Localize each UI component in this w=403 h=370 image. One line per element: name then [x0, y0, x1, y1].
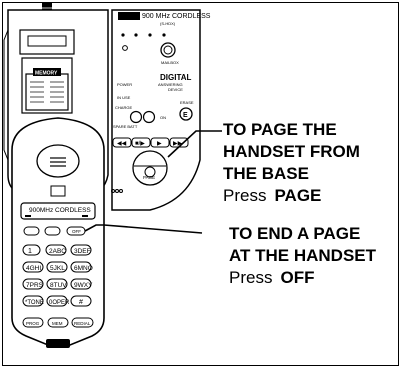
page-callout-heading-3: THE BASE [223, 164, 309, 183]
svg-text:6MNO: 6MNO [74, 265, 93, 272]
svg-text:1: 1 [28, 248, 32, 255]
base-model-sub: (S-HDX) [160, 21, 176, 26]
svg-text:*TONE: *TONE [25, 300, 44, 306]
end-callout-instruction: Press OFF [229, 267, 376, 289]
svg-text:#: # [79, 299, 83, 306]
page-callout-heading-2: HANDSET FROM [223, 142, 360, 161]
svg-text:REDIAL: REDIAL [74, 321, 91, 326]
off-key-label: OFF [72, 229, 81, 234]
base-unit: 900 MHz CORDLESS (S-HDX) MAILBOX DIGITAL… [111, 9, 222, 211]
end-callout: TO END A PAGE AT THE HANDSET Press OFF [229, 223, 376, 289]
spare-batt-label: SPARE BATT [113, 124, 138, 129]
page-callout-instruction: Press PAGE [223, 185, 360, 207]
svg-text:MEM: MEM [52, 321, 63, 326]
svg-text:4GHI: 4GHI [26, 265, 41, 272]
svg-text:E: E [183, 112, 188, 119]
end-callout-key: OFF [280, 268, 315, 287]
end-callout-heading-2: AT THE HANDSET [229, 246, 377, 265]
svg-text:8TUV: 8TUV [50, 282, 67, 289]
end-callout-press: Press [229, 268, 273, 287]
svg-text:0OPER: 0OPER [49, 300, 70, 306]
mouthpiece [46, 339, 70, 348]
svg-text:▶: ▶ [157, 141, 162, 147]
svg-text:7PRS: 7PRS [26, 282, 44, 289]
digital-title: DIGITAL [160, 73, 192, 82]
handset-brand-label: 900MHz CORDLESS [29, 207, 91, 214]
page-callout-key: PAGE [274, 186, 322, 205]
page-callout-heading-1: TO PAGE THE [223, 120, 337, 139]
on-label: ON [160, 115, 166, 120]
erase-label: ERASE [180, 100, 194, 105]
memory-label: MEMORY [35, 71, 58, 77]
svg-text:9WXY: 9WXY [74, 282, 93, 289]
svg-text:■/▶: ■/▶ [135, 141, 145, 147]
page-callout: TO PAGE THE HANDSET FROM THE BASE Press P… [223, 119, 360, 207]
charge-label: CHARGE [115, 105, 132, 110]
svg-text:3DEF: 3DEF [74, 248, 91, 255]
in-use-label: IN USE [117, 95, 131, 100]
svg-text:◀◀: ◀◀ [117, 141, 127, 147]
page-callout-press: Press [223, 186, 267, 205]
svg-text:5JKL: 5JKL [50, 265, 65, 272]
power-label: POWER [117, 82, 132, 87]
end-callout-heading-1: TO END A PAGE [229, 224, 361, 243]
base-model-label: 900 MHz CORDLESS [142, 13, 211, 20]
mailbox-label: MAILBOX [161, 60, 179, 65]
svg-text:2ABC: 2ABC [49, 248, 66, 255]
svg-text:PROG: PROG [26, 321, 40, 326]
digital-sub2: DEVICE [168, 87, 183, 92]
